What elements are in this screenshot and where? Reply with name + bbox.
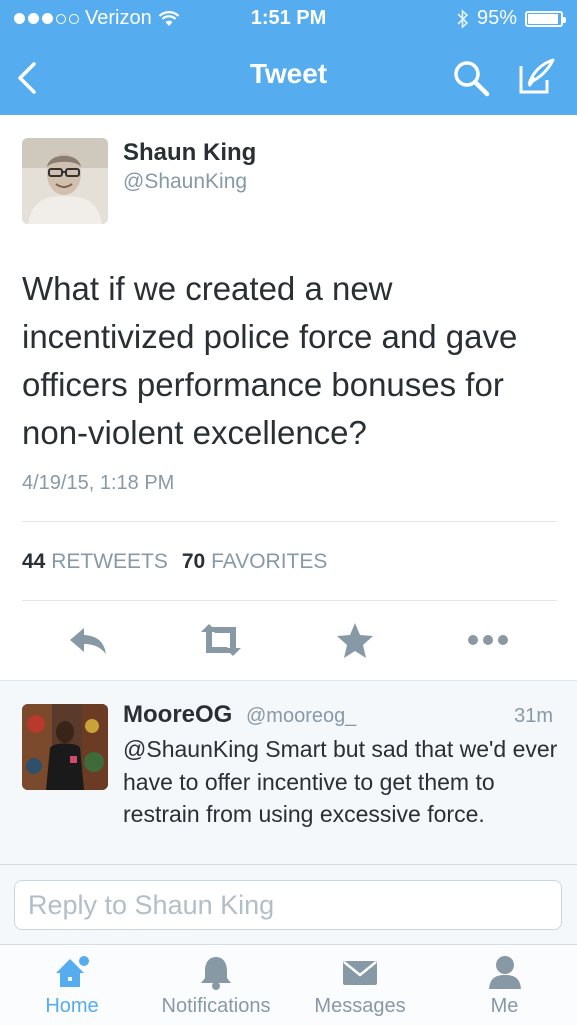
favorite-star-icon[interactable] <box>333 620 377 660</box>
tab-messages-label: Messages <box>314 995 406 1017</box>
search-icon[interactable] <box>451 58 491 98</box>
tab-home[interactable]: Home <box>0 945 144 1025</box>
header-bar: Verizon 1:51 PM 95% Tweet <box>0 0 577 115</box>
author-avatar-image <box>22 138 108 224</box>
nav-bar: Tweet <box>0 40 577 112</box>
author-handle[interactable]: @ShaunKing <box>123 170 247 194</box>
tweet-text: What if we created a new incentivized po… <box>22 270 518 451</box>
compose-tweet-icon[interactable] <box>515 56 557 98</box>
tab-me[interactable]: Me <box>432 945 577 1025</box>
reply-text: @ShaunKing Smart but sad that we'd ever … <box>123 736 558 827</box>
more-options-icon[interactable] <box>466 620 510 660</box>
reply-tweet[interactable]: MooreOG @mooreog_ 31m @ShaunKing Smart b… <box>0 680 577 865</box>
reply-author-name[interactable]: MooreOG <box>123 701 232 729</box>
battery-icon <box>525 10 566 27</box>
author-name[interactable]: Shaun King <box>123 139 256 167</box>
tab-bar: Home Notifications Messages Me <box>0 944 577 1025</box>
retweets-count: 44 <box>22 550 46 573</box>
status-bar: Verizon 1:51 PM 95% <box>0 0 577 38</box>
battery-percent: 95% <box>476 7 517 29</box>
home-icon <box>56 956 89 987</box>
person-icon <box>488 956 521 989</box>
tab-me-label: Me <box>490 995 519 1017</box>
reply-avatar[interactable] <box>22 704 108 790</box>
retweets-stat[interactable]: 44 RETWEETS <box>22 550 168 574</box>
divider <box>22 600 557 601</box>
bell-icon <box>201 957 231 990</box>
tweet-stats: 44 RETWEETS 70 FAVORITES <box>22 550 327 574</box>
tab-notifications[interactable]: Notifications <box>144 945 288 1025</box>
reply-author-handle[interactable]: @mooreog_ <box>246 705 356 728</box>
tweet-timestamp: 4/19/15, 1:18 PM <box>22 472 175 494</box>
tab-messages[interactable]: Messages <box>288 945 432 1025</box>
author-avatar[interactable] <box>22 138 108 224</box>
retweet-icon[interactable] <box>199 620 243 660</box>
tab-notifications-label: Notifications <box>161 995 271 1017</box>
favorites-count: 70 <box>181 550 206 573</box>
envelope-icon <box>343 961 377 985</box>
divider <box>22 521 557 522</box>
tab-home-label: Home <box>45 995 99 1017</box>
favorites-label: FAVORITES <box>211 550 328 573</box>
reply-timestamp: 31m <box>514 705 553 727</box>
reply-input[interactable] <box>14 880 562 930</box>
tweet-actions <box>0 610 577 670</box>
battery-fill <box>528 13 559 24</box>
reply-icon[interactable] <box>66 620 110 660</box>
reply-avatar-image <box>22 704 108 790</box>
bluetooth-icon <box>457 8 469 29</box>
reply-composer <box>0 864 577 945</box>
retweets-label: RETWEETS <box>51 550 168 573</box>
favorites-stat[interactable]: 70 FAVORITES <box>182 550 328 574</box>
status-right: 95% <box>457 7 566 30</box>
